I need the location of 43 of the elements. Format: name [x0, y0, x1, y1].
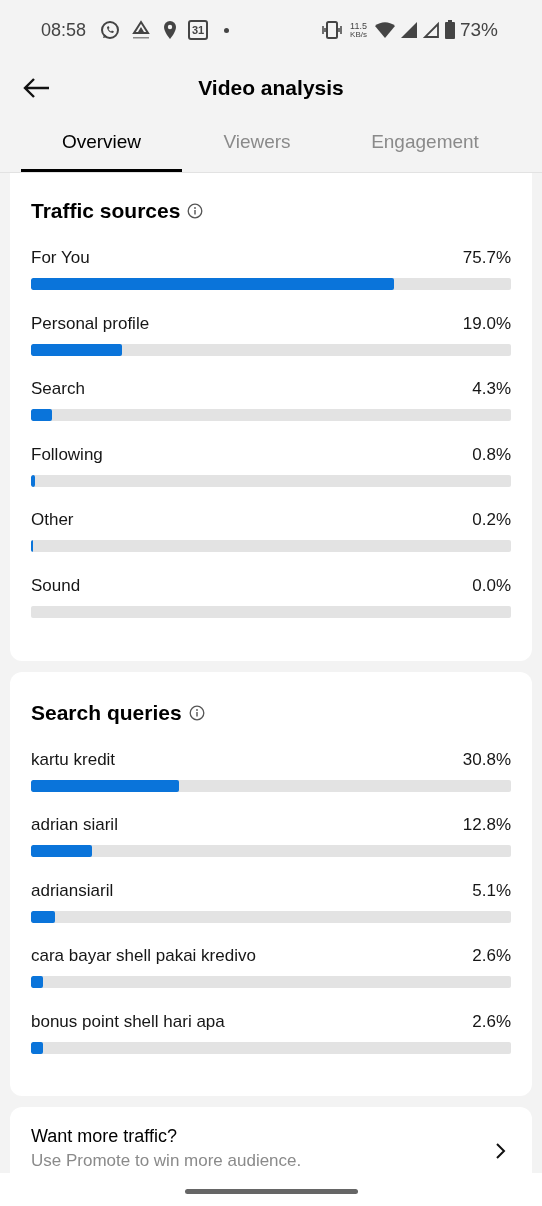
percent-value: 4.3%	[472, 378, 511, 401]
percent-value: 30.8%	[462, 748, 511, 771]
source-label: adriansiaril	[31, 879, 114, 902]
percent-value: 12.8%	[462, 814, 511, 837]
percent-value: 19.0%	[462, 312, 511, 335]
percent-value: 2.6%	[472, 1010, 511, 1033]
network-speed: 11.5	[350, 21, 367, 31]
source-label: Personal profile	[31, 312, 150, 335]
source-label: Following	[31, 443, 103, 466]
section-title: Search queries	[31, 699, 182, 726]
battery-icon	[443, 20, 456, 40]
status-time: 08:58	[41, 18, 87, 42]
source-label: Search	[31, 378, 85, 401]
promo-title: Want more traffic?	[31, 1124, 179, 1147]
info-icon	[187, 203, 204, 219]
percent-value: 0.0%	[472, 574, 511, 597]
page-title: Video analysis	[198, 74, 344, 101]
battery-percent: 73%	[459, 17, 498, 42]
source-label: bonus point shell hari apa	[31, 1010, 225, 1033]
network-speed-unit: KB/s	[350, 30, 367, 39]
chevron-right-icon	[495, 1141, 507, 1160]
percent-value: 5.1%	[472, 879, 511, 902]
info-icon	[188, 704, 205, 721]
calendar-icon: 31	[188, 20, 209, 40]
source-label: Sound	[31, 574, 81, 597]
source-label: cara bayar shell pakai kredivo	[31, 945, 256, 968]
source-label: Other	[31, 509, 74, 532]
source-label: adrian siaril	[31, 814, 118, 837]
signal-icon	[399, 21, 418, 39]
percent-value: 75.7%	[462, 247, 511, 270]
percent-value: 0.2%	[472, 509, 511, 532]
wifi-icon	[373, 21, 396, 39]
percent-value: 2.6%	[472, 945, 511, 968]
chat-bubble-icon	[100, 20, 121, 40]
source-label: kartu kredit	[31, 748, 116, 771]
location-pin-icon	[162, 20, 179, 40]
signal-icon	[421, 21, 440, 39]
percent-value: 0.8%	[472, 443, 511, 466]
section-title: Traffic sources	[31, 198, 181, 225]
promote-card[interactable]: Want more traffic? Use Promote to win more audience.	[10, 1106, 532, 1173]
vibrate-icon	[321, 20, 344, 40]
promo-subtitle: Use Promote to win more audience.	[31, 1149, 302, 1172]
source-label: For You	[31, 247, 90, 270]
